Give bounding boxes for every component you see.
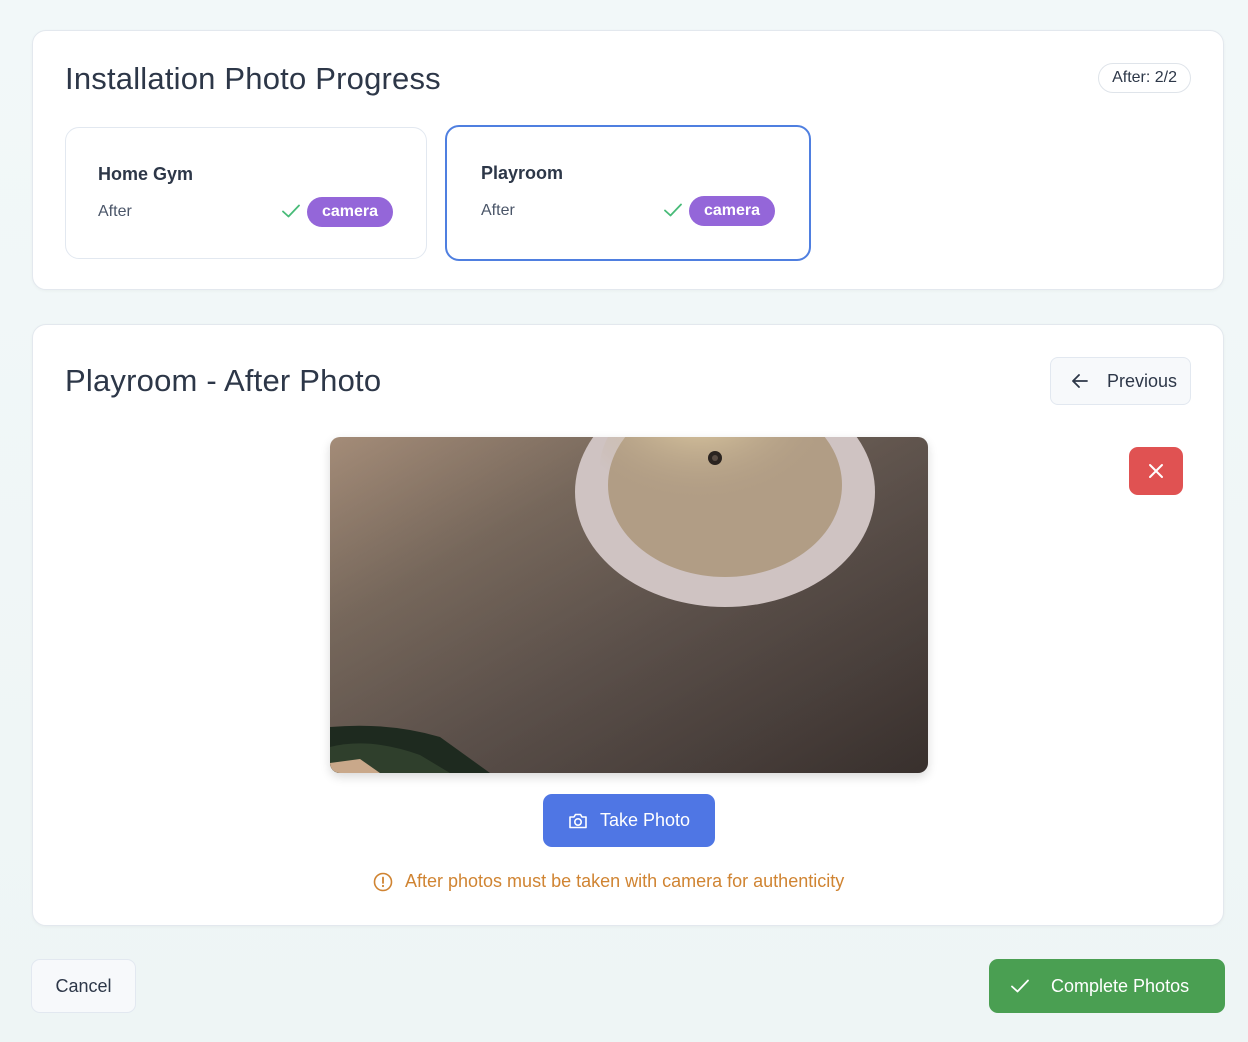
complete-photos-button[interactable]: Complete Photos xyxy=(989,959,1225,1013)
notice-text: After photos must be taken with camera f… xyxy=(405,871,845,891)
room-name: Playroom xyxy=(481,163,564,183)
camera-icon xyxy=(569,813,587,828)
room-name: Home Gym xyxy=(98,164,194,184)
check-icon xyxy=(1011,979,1029,993)
complete-photos-label: Complete Photos xyxy=(1051,975,1190,996)
capture-title: Playroom - After Photo xyxy=(65,363,382,398)
camera-source-badge: camera xyxy=(689,196,776,226)
take-photo-button[interactable]: Take Photo xyxy=(543,794,715,847)
room-card-home-gym[interactable]: Home Gym After camera xyxy=(65,127,427,259)
room-phase: After xyxy=(98,203,132,220)
close-icon xyxy=(1149,464,1163,478)
count-badge: After: 2/2 xyxy=(1098,63,1191,93)
room-phase: After xyxy=(481,202,515,219)
previous-button[interactable]: Previous xyxy=(1050,357,1191,405)
remove-photo-button[interactable] xyxy=(1129,447,1183,495)
take-photo-label: Take Photo xyxy=(599,810,691,830)
check-icon xyxy=(282,204,300,218)
previous-label: Previous xyxy=(1107,370,1178,391)
check-icon xyxy=(664,203,682,217)
page-title: Installation Photo Progress xyxy=(65,61,441,96)
room-card-playroom[interactable]: Playroom After camera xyxy=(445,125,811,261)
arrow-left-icon xyxy=(1072,374,1088,388)
cancel-button[interactable]: Cancel xyxy=(31,959,136,1013)
alert-circle-icon xyxy=(373,872,393,891)
captured-photo xyxy=(330,437,928,773)
camera-requirement-notice: After photos must be taken with camera f… xyxy=(373,871,844,892)
capture-card: Playroom - After Photo Previous Take Pho… xyxy=(32,324,1224,926)
camera-source-badge: camera xyxy=(307,197,394,227)
progress-card: Installation Photo Progress After: 2/2 H… xyxy=(32,30,1224,290)
